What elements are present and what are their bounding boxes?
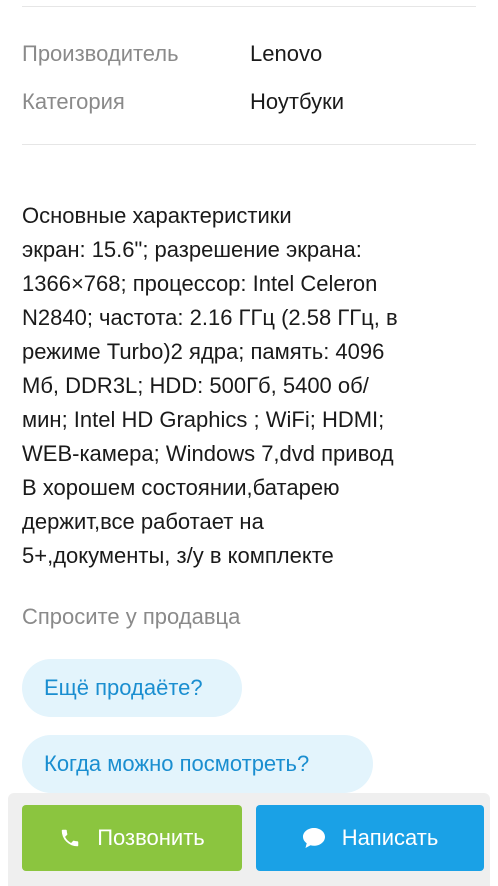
- description-line: 1366×768; процессор: Intel Celeron: [22, 271, 378, 296]
- top-divider: [22, 6, 476, 7]
- item-description: Основные характеристики экран: 15.6"; ра…: [22, 199, 478, 573]
- spec-row-manufacturer: Производитель Lenovo: [22, 30, 476, 78]
- spec-label: Категория: [22, 89, 125, 114]
- description-line: держит,все работает на: [22, 509, 264, 534]
- phone-icon: [59, 827, 81, 849]
- description-line: Основные характеристики: [22, 203, 292, 228]
- section-divider: [22, 144, 476, 145]
- ask-seller-title: Спросите у продавца: [22, 604, 241, 629]
- description-line: 5+,документы, з/у в комплекте: [22, 543, 334, 568]
- question-chip-when-view[interactable]: Когда можно посмотреть?: [22, 735, 373, 793]
- spec-row-category: Категория Ноутбуки: [22, 78, 476, 126]
- question-chip-still-selling[interactable]: Ещё продаёте?: [22, 659, 242, 717]
- description-line: В хорошем состоянии,батарею: [22, 475, 340, 500]
- spec-value: Ноутбуки: [250, 89, 344, 114]
- chat-bubble-icon: [302, 827, 326, 849]
- description-line: WEB-камера; Windows 7,dvd привод: [22, 441, 394, 466]
- spec-label: Производитель: [22, 41, 179, 66]
- description-line: Мб, DDR3L; HDD: 500Гб, 5400 об/: [22, 373, 369, 398]
- write-button-label: Написать: [341, 825, 439, 850]
- spec-value: Lenovo: [250, 41, 323, 66]
- write-button[interactable]: Написать: [256, 805, 484, 871]
- description-line: экран: 15.6"; разрешение экрана:: [22, 237, 362, 262]
- call-button[interactable]: Позвонить: [22, 805, 242, 871]
- description-line: режиме Turbo)2 ядра; память: 4096: [22, 339, 385, 364]
- action-bar: Позвонить Написать: [8, 793, 490, 886]
- call-button-label: Позвонить: [97, 825, 205, 850]
- description-line: N2840; частота: 2.16 ГГц (2.58 ГГц, в: [22, 305, 398, 330]
- specs-list: Производитель Lenovo Категория Ноутбуки: [22, 30, 476, 126]
- description-line: мин; Intel HD Graphics ; WiFi; HDMI;: [22, 407, 385, 432]
